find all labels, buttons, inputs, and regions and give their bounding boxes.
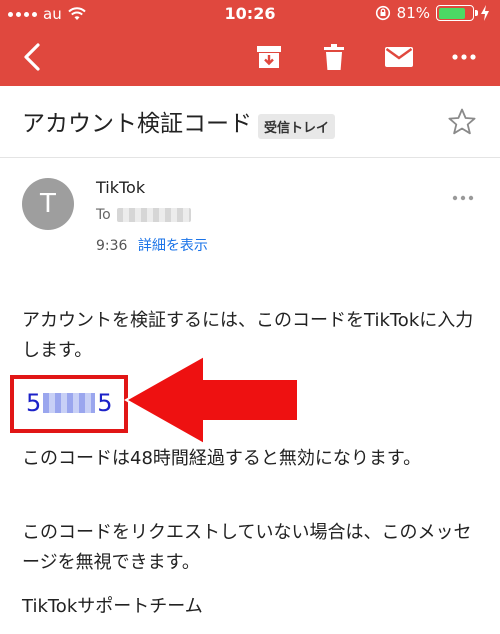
charging-icon <box>481 5 489 21</box>
code-last-digit: 5 <box>97 389 113 417</box>
rotation-lock-icon <box>375 5 390 21</box>
code-first-digit: 5 <box>26 389 42 417</box>
status-right: 81% <box>375 4 490 22</box>
battery-fill <box>438 7 466 19</box>
redacted-recipient <box>116 208 191 222</box>
subject-row: アカウント検証コード 受信トレイ <box>0 86 500 158</box>
status-bar: au 10:26 81% <box>0 0 500 28</box>
recipient-line: To <box>96 207 191 223</box>
verification-code-highlight: 5 5 <box>10 375 128 433</box>
chevron-left-icon <box>24 43 40 71</box>
time-line: 9:36 詳細を表示 <box>96 235 208 255</box>
trash-icon <box>324 44 344 70</box>
show-details-link[interactable]: 詳細を表示 <box>138 238 208 254</box>
star-icon <box>448 108 476 135</box>
archive-button[interactable] <box>245 28 293 86</box>
red-arrow-annotation <box>124 354 299 446</box>
star-button[interactable] <box>448 108 476 139</box>
body-paragraph-ignore: このコードをリクエストしていない場合は、このメッセージを無視できます。 <box>22 522 472 573</box>
delete-button[interactable] <box>310 28 358 86</box>
verification-code: 5 5 <box>26 389 113 417</box>
sender-name: TikTok <box>96 178 146 197</box>
to-prefix: To <box>96 207 111 223</box>
message-more-button[interactable] <box>452 186 474 205</box>
sender-avatar: T <box>22 178 74 230</box>
body-signature: TikTokサポートチーム <box>22 596 203 617</box>
battery-icon <box>436 5 478 21</box>
email-subject: アカウント検証コード <box>22 111 252 137</box>
archive-icon <box>257 46 281 68</box>
body-paragraph-expiry: このコードは48時間経過すると無効になります。 <box>22 448 422 469</box>
battery-percent: 81% <box>396 4 430 22</box>
app-bar: au 10:26 81% <box>0 0 500 86</box>
more-horizontal-icon <box>452 54 476 60</box>
mark-unread-button[interactable] <box>375 28 423 86</box>
redacted-code-digits <box>43 393 96 413</box>
more-options-button[interactable] <box>440 28 488 86</box>
back-button[interactable] <box>8 28 56 86</box>
envelope-icon <box>385 47 413 67</box>
email-toolbar <box>0 28 500 86</box>
sent-time: 9:36 <box>96 238 128 254</box>
inbox-label-chip[interactable]: 受信トレイ <box>258 114 336 139</box>
more-horizontal-icon <box>452 195 474 201</box>
